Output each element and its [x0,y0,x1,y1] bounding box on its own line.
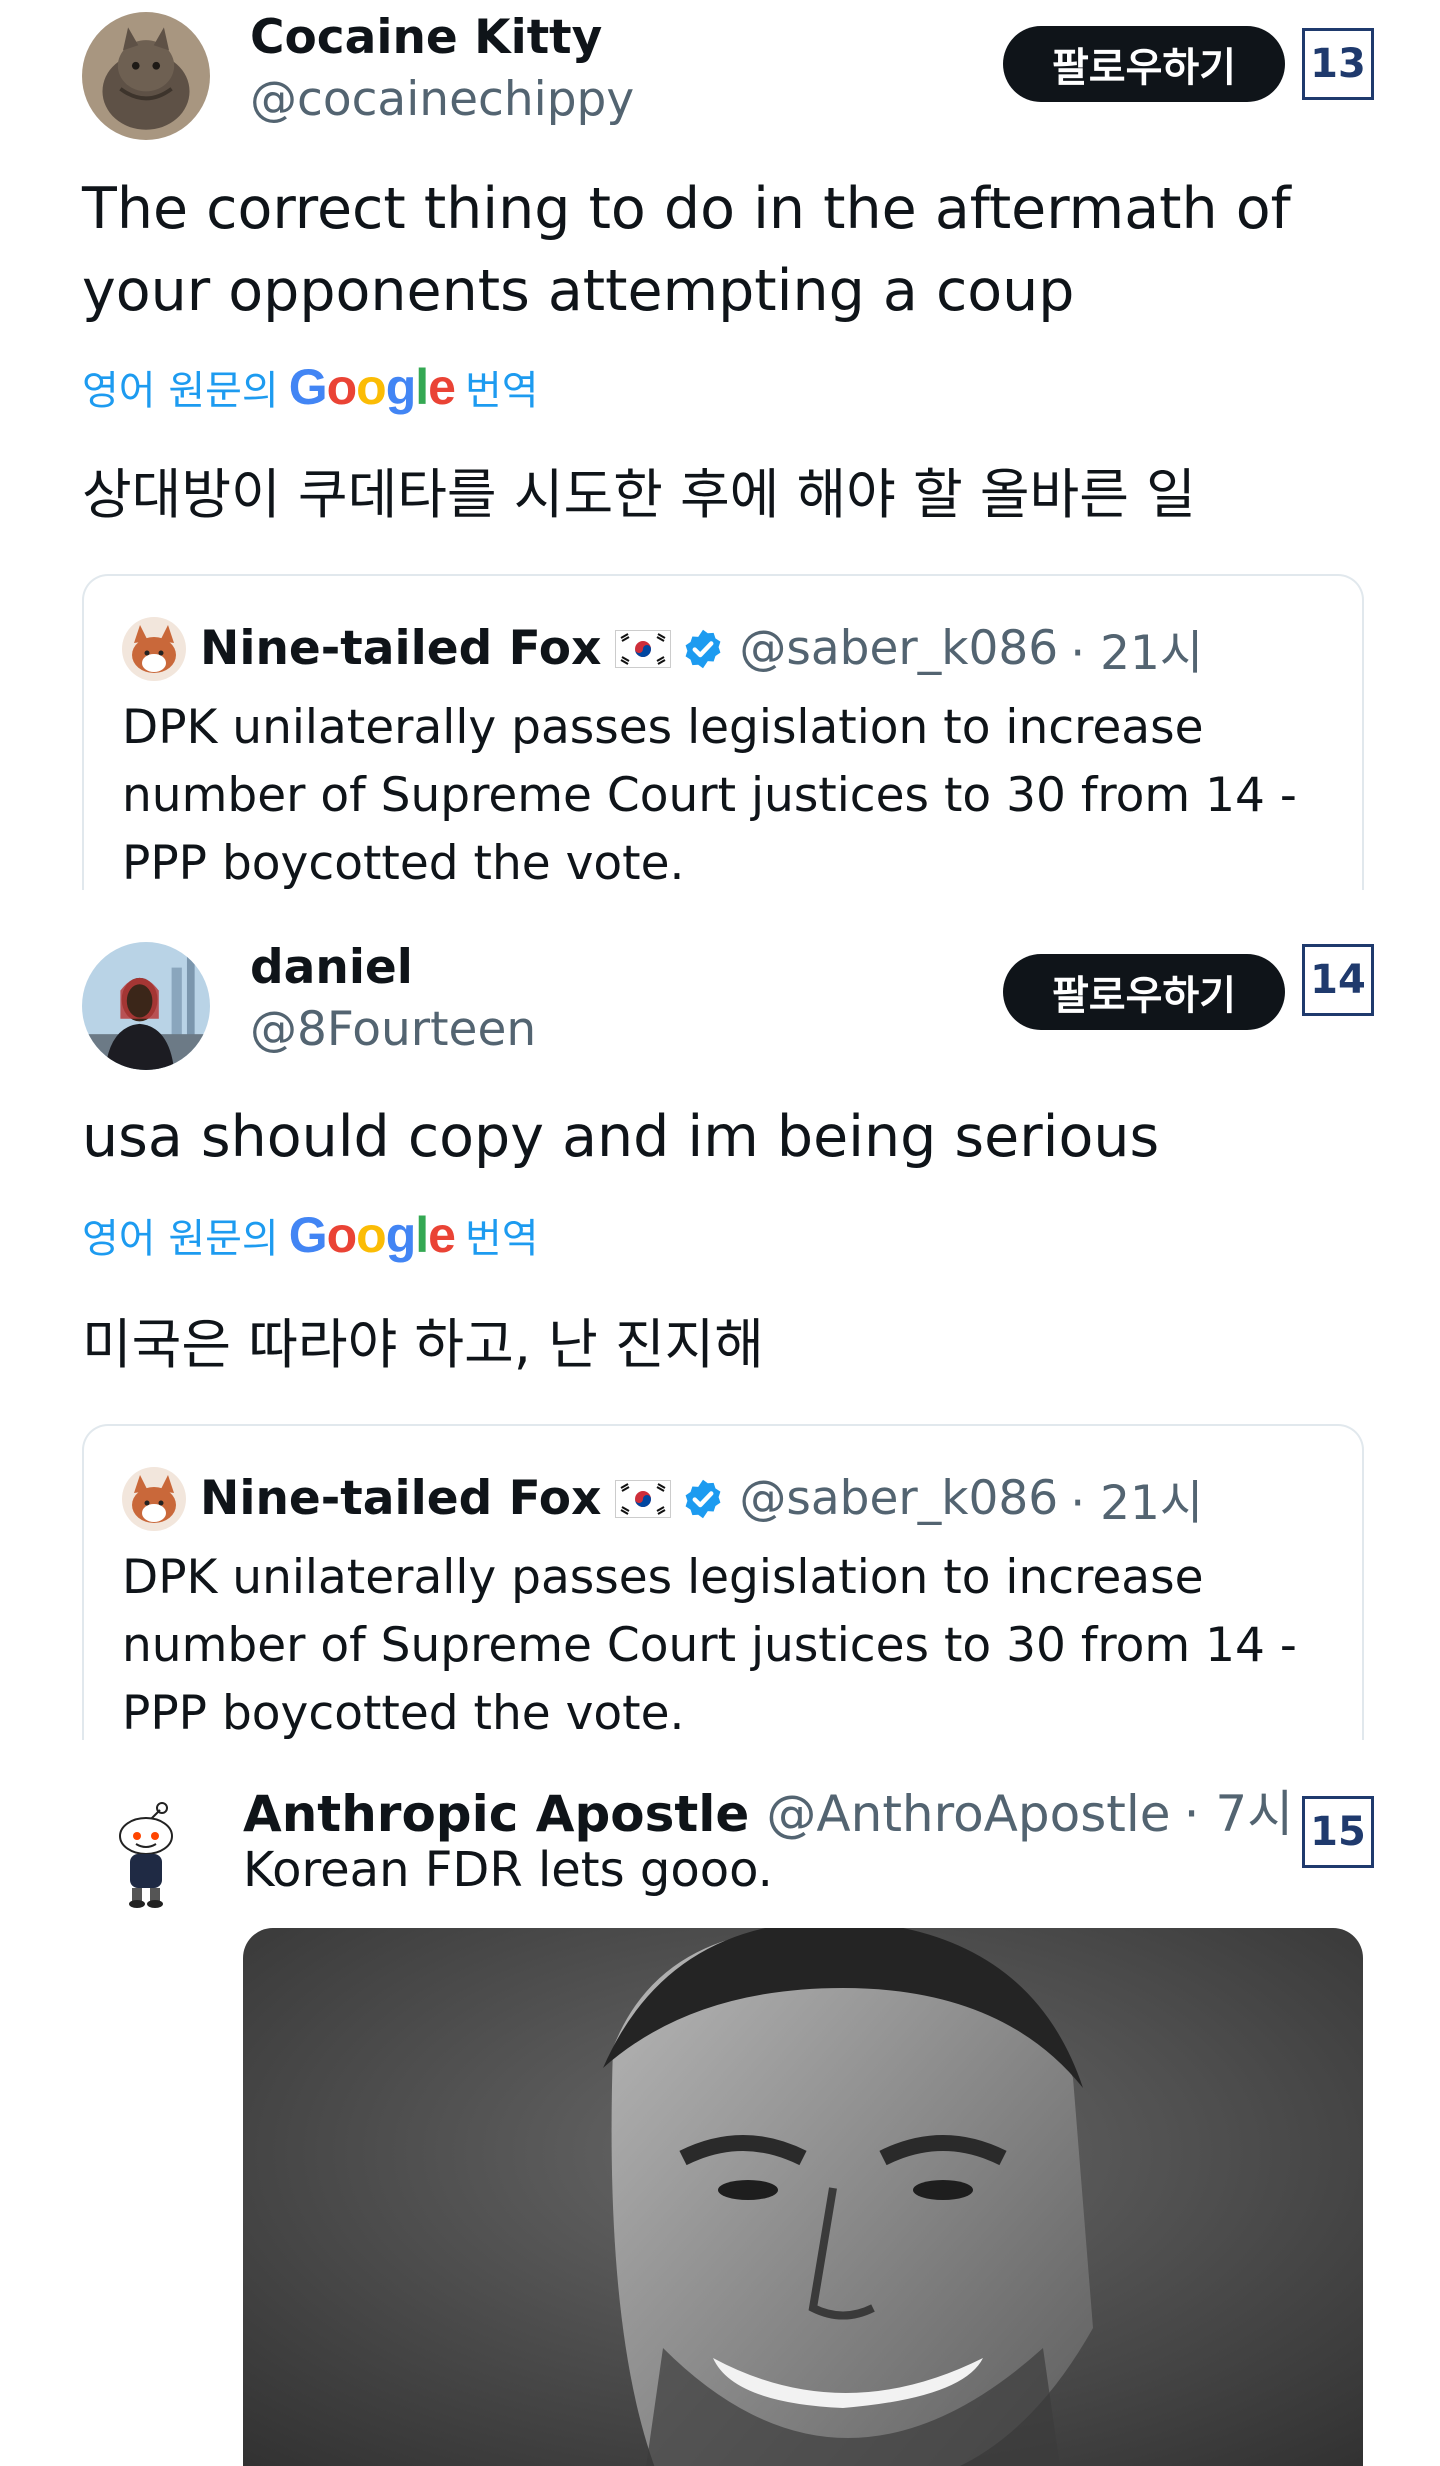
reply-card: Anthropic Apostle @AnthroApostle · 7시 15… [0,1760,1440,2466]
reply-image[interactable] [243,1928,1363,2466]
quote-text: DPK unilaterally passes legislation to i… [122,700,1297,890]
author-name[interactable]: Cocaine Kitty [250,10,602,65]
korea-flag-icon [615,629,672,668]
follow-button[interactable]: 팔로우하기 [1003,26,1285,102]
quote-avatar [122,616,186,681]
index-badge: 14 [1302,944,1374,1016]
quoted-tweet[interactable]: Nine-tailed Fox @saber_k086 · 21시 DPK un… [82,1424,1364,1740]
quote-author-name: Nine-tailed Fox [200,621,602,676]
avatar[interactable] [82,12,210,140]
translate-prefix: 영어 원문의 [82,1216,279,1262]
google-logo: Google [288,359,456,415]
index-badge: 15 [1302,1796,1374,1868]
quoted-tweet[interactable]: Nine-tailed Fox @saber_k086 · 21시 DPK un… [82,574,1364,890]
translate-link[interactable]: 영어 원문의 Google 번역 [82,358,539,416]
reply-header: Anthropic Apostle @AnthroApostle · 7시 [243,1774,1293,1846]
korea-flag-icon [615,1479,672,1518]
quote-time: · 21시 [1070,1476,1204,1531]
reply-time: · 7시 [1183,1785,1294,1843]
reddit-snoo-avatar[interactable] [110,1800,182,1910]
author-handle[interactable]: @cocainechippy [250,72,634,127]
tweet-text: usa should copy and im being serious [82,1104,1160,1170]
translated-text: 미국은 따라야 하고, 난 진지해 [82,1313,764,1376]
translate-link[interactable]: 영어 원문의 Google 번역 [82,1206,539,1264]
index-badge: 13 [1302,28,1374,100]
google-logo: Google [288,1207,456,1263]
translated-text: 상대방이 쿠데타를 시도한 후에 해야 할 올바른 일 [82,463,1196,526]
tweet-card: daniel @8Fourteen 팔로우하기 14 usa should co… [0,930,1440,1750]
quote-text: DPK unilaterally passes legislation to i… [122,1550,1297,1740]
reply-text: Korean FDR lets gooo. [243,1842,773,1898]
reply-author-name[interactable]: Anthropic Apostle [243,1785,749,1843]
tweet-text: The correct thing to do in the aftermath… [82,176,1291,324]
quote-author-name: Nine-tailed Fox [200,1471,602,1526]
verified-badge-icon [685,1479,721,1518]
quote-time: · 21시 [1070,626,1204,681]
quote-handle: @saber_k086 [739,621,1059,676]
quote-header: Nine-tailed Fox @saber_k086 · 21시 [122,614,1203,683]
author-name[interactable]: daniel [250,940,413,995]
reply-handle[interactable]: @AnthroApostle [766,1785,1170,1843]
translate-prefix: 영어 원문의 [82,368,279,414]
quote-header: Nine-tailed Fox @saber_k086 · 21시 [122,1464,1203,1533]
quote-handle: @saber_k086 [739,1471,1059,1526]
quote-avatar [122,1466,186,1531]
follow-button[interactable]: 팔로우하기 [1003,954,1285,1030]
translate-suffix: 번역 [464,1216,539,1262]
author-handle[interactable]: @8Fourteen [250,1002,536,1057]
avatar[interactable] [82,942,210,1070]
translate-suffix: 번역 [464,368,539,414]
verified-badge-icon [685,629,721,668]
tweet-card: Cocaine Kitty @cocainechippy 팔로우하기 13 Th… [0,0,1440,890]
